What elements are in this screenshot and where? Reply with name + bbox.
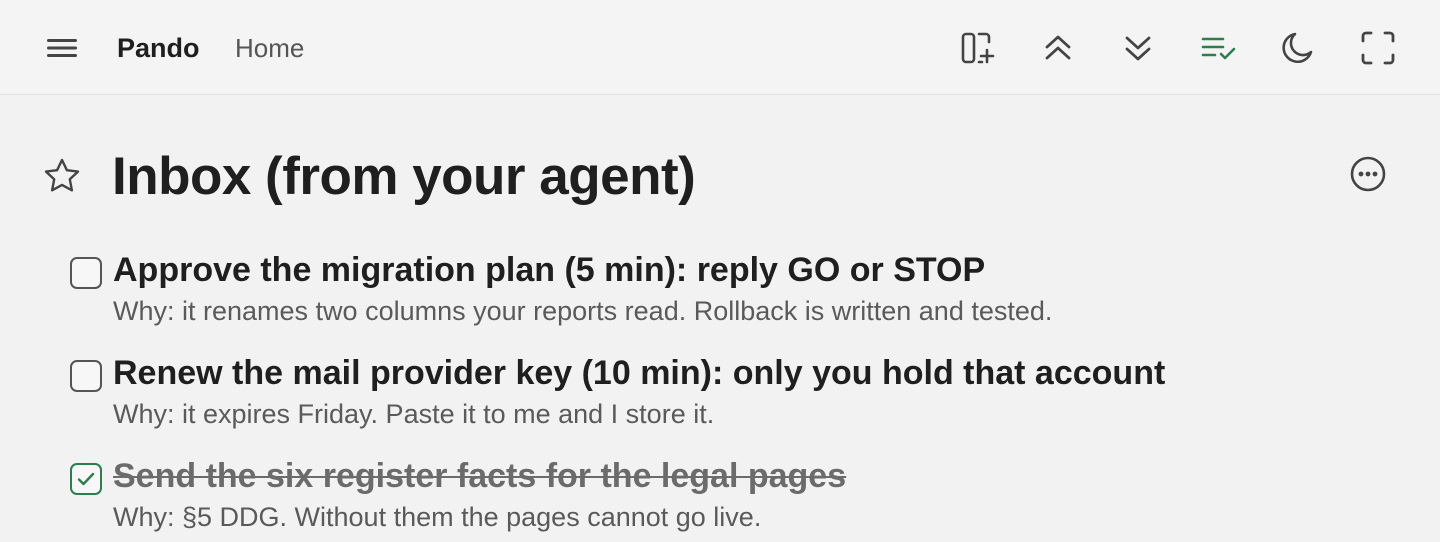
task-checkbox[interactable] [70,257,102,289]
show-completed-icon[interactable] [1199,28,1239,68]
star-icon[interactable] [42,156,82,196]
task-checkbox[interactable] [70,360,102,392]
task-note: Why: it renames two columns your reports… [113,296,1053,326]
top-bar: Pando Home [0,0,1440,95]
expand-all-icon[interactable] [1118,28,1158,68]
task-note: Why: §5 DDG. Without them the pages cann… [113,502,762,532]
collapse-all-icon[interactable] [1038,28,1078,68]
task-title[interactable]: Send the six register facts for the lega… [113,454,846,498]
task-item: Send the six register facts for the lega… [70,454,1370,532]
task-checkbox-checked[interactable] [70,463,102,495]
check-icon [77,472,95,486]
menu-icon[interactable] [44,33,80,63]
breadcrumb-home[interactable]: Home [235,30,304,66]
dark-mode-icon[interactable] [1277,28,1317,68]
app-brand[interactable]: Pando [117,30,200,66]
task-title[interactable]: Approve the migration plan (5 min): repl… [113,248,985,292]
task-title[interactable]: Renew the mail provider key (10 min): on… [113,351,1165,395]
fullscreen-icon[interactable] [1358,28,1398,68]
more-options-icon[interactable] [1348,154,1388,194]
task-item: Renew the mail provider key (10 min): on… [70,351,1370,429]
task-note: Why: it expires Friday. Paste it to me a… [113,399,715,429]
add-panel-icon[interactable] [958,28,998,68]
page-title: Inbox (from your agent) [112,147,696,206]
task-item: Approve the migration plan (5 min): repl… [70,248,1370,326]
